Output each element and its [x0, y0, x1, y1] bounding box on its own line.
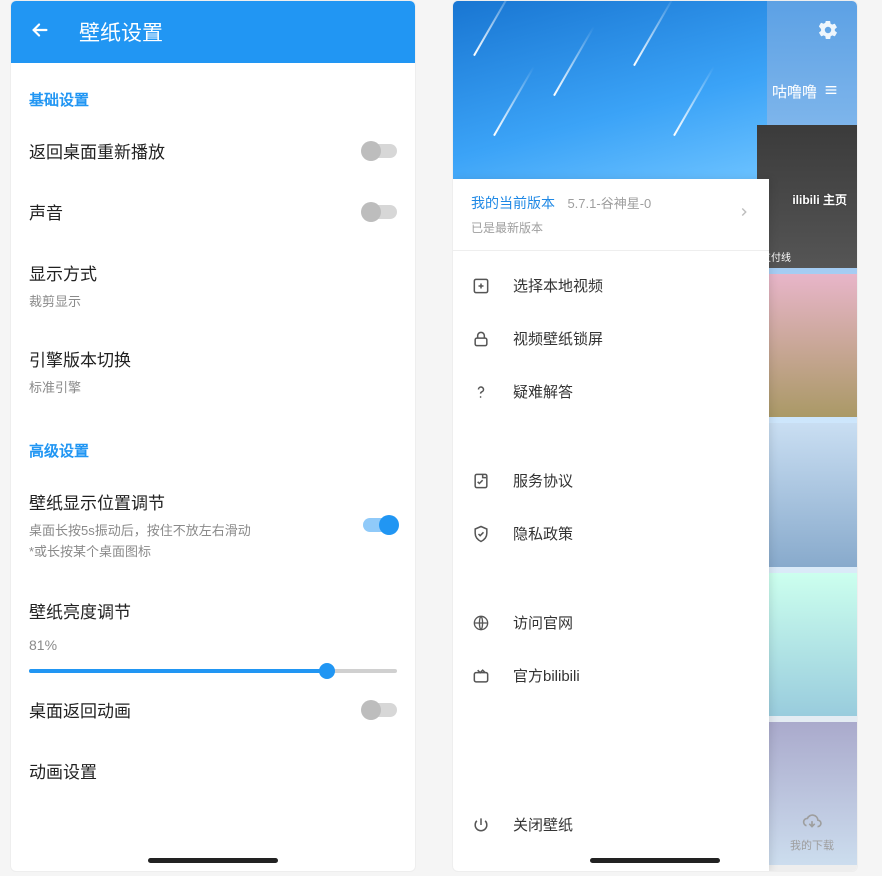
menu-label: 隐私政策 [513, 523, 573, 544]
menu-group-1: 选择本地视频 视频壁纸锁屏 疑难解答 [453, 251, 769, 426]
menu-group-3: 访问官网 官方bilibili [453, 588, 769, 710]
shield-icon [471, 524, 491, 544]
display-mode-sub: 裁剪显示 [29, 291, 397, 310]
toggle-return-anim[interactable] [363, 703, 397, 717]
video-thumbnail[interactable] [757, 423, 857, 566]
home-indicator[interactable] [590, 858, 720, 863]
bottom-nav-item-download[interactable]: 我的下载 [767, 805, 857, 871]
display-mode-title: 显示方式 [29, 260, 397, 285]
bilibili-badge[interactable]: ilibili 主页 [792, 191, 847, 208]
video-thumbnail[interactable] [757, 274, 857, 417]
anim-settings-title: 动画设置 [29, 758, 397, 783]
version-status: 已是最新版本 [471, 219, 737, 236]
tv-icon [471, 666, 491, 686]
slider-fill [29, 669, 327, 673]
globe-icon [471, 613, 491, 633]
menu-label: 访问官网 [513, 612, 573, 633]
drawer-header-image [453, 1, 767, 179]
menu-label: 视频壁纸锁屏 [513, 328, 603, 349]
row-sound[interactable]: 声音 [29, 181, 397, 242]
version-number: 5.7.1-谷神星-0 [567, 196, 651, 211]
tab-label: 咕噜噜 [772, 81, 817, 102]
menu-bilibili[interactable]: 官方bilibili [453, 649, 769, 702]
restart-title: 返回桌面重新播放 [29, 138, 363, 163]
download-label: 我的下载 [775, 837, 849, 853]
section-advanced-header: 高级设置 [29, 414, 397, 471]
row-restart-on-desktop[interactable]: 返回桌面重新播放 [29, 120, 397, 181]
menu-label: 疑难解答 [513, 381, 573, 402]
lock-icon [471, 329, 491, 349]
version-row[interactable]: 我的当前版本 5.7.1-谷神星-0 已是最新版本 [453, 179, 769, 251]
appbar-title: 壁纸设置 [79, 17, 163, 47]
menu-close-wallpaper[interactable]: 关闭壁纸 [453, 798, 769, 851]
menu-tos[interactable]: 服务协议 [453, 454, 769, 507]
toggle-sound[interactable] [363, 205, 397, 219]
app-bar: 壁纸设置 [11, 1, 415, 63]
brightness-title: 壁纸亮度调节 [29, 578, 397, 623]
menu-label: 关闭壁纸 [513, 814, 573, 835]
video-thumbnail[interactable] [757, 573, 857, 716]
hamburger-icon[interactable] [823, 82, 839, 102]
back-arrow-icon[interactable] [29, 19, 51, 46]
menu-website[interactable]: 访问官网 [453, 596, 769, 649]
row-return-anim[interactable]: 桌面返回动画 [29, 679, 397, 740]
question-icon [471, 382, 491, 402]
thumbnail-column: 支付线 [757, 125, 857, 871]
position-sub2: *或长按某个桌面图标 [29, 541, 363, 560]
return-anim-title: 桌面返回动画 [29, 697, 363, 722]
row-anim-settings[interactable]: 动画设置 [29, 740, 397, 801]
toggle-position-adjust[interactable] [363, 518, 397, 532]
power-icon [471, 815, 491, 835]
position-title: 壁纸显示位置调节 [29, 489, 363, 514]
menu-privacy[interactable]: 隐私政策 [453, 507, 769, 560]
engine-sub: 标准引擎 [29, 377, 397, 396]
download-cloud-icon [801, 811, 823, 833]
engine-title: 引擎版本切换 [29, 346, 397, 371]
row-position-adjust[interactable]: 壁纸显示位置调节 桌面长按5s振动后，按住不放左右滑动 *或长按某个桌面图标 [29, 471, 397, 578]
menu-label: 服务协议 [513, 470, 573, 491]
add-file-icon [471, 276, 491, 296]
toggle-restart[interactable] [363, 144, 397, 158]
menu-select-local-video[interactable]: 选择本地视频 [453, 259, 769, 312]
document-icon [471, 471, 491, 491]
menu-label: 官方bilibili [513, 665, 580, 686]
section-basic-header: 基础设置 [29, 63, 397, 120]
slider-thumb[interactable] [319, 663, 335, 679]
right-phone: 咕噜噜 支付线 ilibili 主页 我的当前版本 5.7.1-谷神星-0 已是… [452, 0, 858, 872]
gear-icon[interactable] [817, 19, 839, 46]
brightness-value: 81% [29, 623, 397, 663]
chevron-right-icon [737, 205, 751, 224]
menu-faq[interactable]: 疑难解答 [453, 365, 769, 418]
menu-lock-screen[interactable]: 视频壁纸锁屏 [453, 312, 769, 365]
active-tab[interactable]: 咕噜噜 [772, 81, 839, 102]
row-brightness: 壁纸亮度调节 81% [29, 578, 397, 673]
row-display-mode[interactable]: 显示方式 裁剪显示 [29, 242, 397, 328]
left-phone: 壁纸设置 基础设置 返回桌面重新播放 声音 显示方式 裁剪显示 引擎版本切换 标… [10, 0, 416, 872]
sound-title: 声音 [29, 199, 363, 224]
menu-group-2: 服务协议 隐私政策 [453, 446, 769, 568]
menu-label: 选择本地视频 [513, 275, 603, 296]
brightness-slider[interactable] [29, 669, 397, 673]
position-sub1: 桌面长按5s振动后，按住不放左右滑动 [29, 520, 363, 539]
home-indicator[interactable] [148, 858, 278, 863]
row-engine-version[interactable]: 引擎版本切换 标准引擎 [29, 328, 397, 414]
navigation-drawer: 我的当前版本 5.7.1-谷神星-0 已是最新版本 选择本地视频 视频壁纸锁屏 [453, 179, 769, 871]
settings-content: 基础设置 返回桌面重新播放 声音 显示方式 裁剪显示 引擎版本切换 标准引擎 高… [11, 63, 415, 801]
version-label: 我的当前版本 [471, 195, 555, 211]
